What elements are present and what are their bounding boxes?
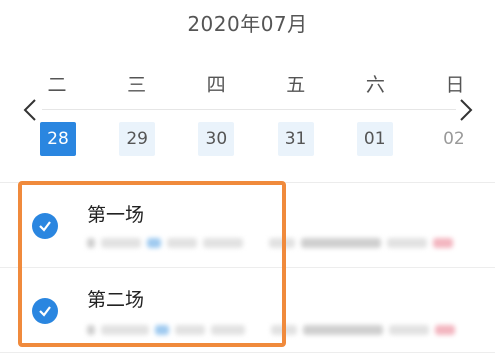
weekday-label: 四 [206, 74, 226, 96]
weekday-label: 五 [286, 74, 306, 96]
session-name: 第二场 [87, 289, 145, 311]
next-week-button[interactable] [456, 96, 476, 124]
session-item[interactable]: 第一场 [0, 183, 495, 268]
date-row: 28 29 30 31 01 02 [40, 122, 472, 156]
session-list: 第一场 第二场 [0, 183, 495, 353]
date-cell[interactable]: 29 [119, 122, 156, 156]
date-cell-unavailable: 02 [443, 129, 465, 149]
weekday-label: 三 [127, 74, 147, 96]
prev-week-button[interactable] [20, 96, 40, 124]
checkmark-icon[interactable] [32, 213, 58, 239]
session-item[interactable]: 第二场 [0, 268, 495, 353]
date-cell-selected[interactable]: 28 [40, 122, 76, 156]
month-title: 2020年07月 [187, 12, 308, 36]
chevron-right-icon [460, 99, 473, 121]
chevron-left-icon [23, 99, 36, 121]
date-cell[interactable]: 01 [356, 122, 393, 156]
redacted-details [87, 324, 455, 336]
weekday-label: 二 [47, 74, 67, 96]
weekday-label: 六 [365, 74, 385, 96]
checkmark-icon[interactable] [32, 298, 58, 324]
weekday-label: 日 [445, 74, 465, 96]
redacted-details [87, 237, 453, 249]
session-name: 第一场 [87, 204, 145, 226]
date-cell[interactable]: 31 [277, 122, 314, 156]
week-divider [42, 109, 456, 110]
date-cell[interactable]: 30 [198, 122, 235, 156]
weekday-header: 二 三 四 五 六 日 [40, 70, 472, 97]
